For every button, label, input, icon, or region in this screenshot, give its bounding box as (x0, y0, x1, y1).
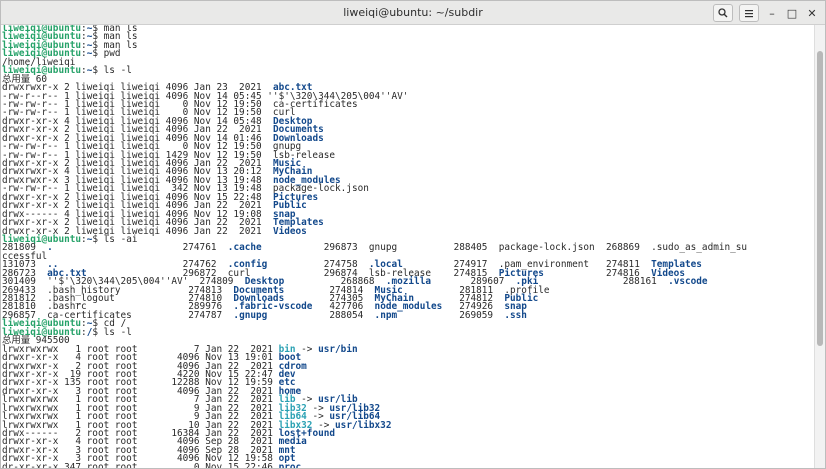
title-bar[interactable]: liweiqi@ubuntu: ~/subdir – □ ✕ (1, 1, 825, 25)
terminal-text: usr/libx32 (335, 419, 392, 431)
terminal-line: 281809 . 274761 .cache 296873 gnupg 2884… (2, 242, 815, 254)
terminal-text: $ ls -l (92, 65, 132, 77)
terminal-line: liweiqi@ubuntu:/$ ls -l (2, 326, 815, 338)
terminal-text: $ pwd (92, 48, 121, 60)
hamburger-menu-icon[interactable] (739, 4, 759, 22)
scrollbar[interactable] (814, 25, 825, 468)
terminal-text: .vscode (668, 276, 708, 288)
terminal-text: proc (278, 461, 302, 468)
maximize-button[interactable]: □ (785, 5, 799, 21)
terminal-text: .npm (374, 309, 398, 321)
titlebar-controls: – □ ✕ (713, 4, 819, 22)
terminal-text: .cache (227, 242, 262, 254)
scrollbar-thumb[interactable] (817, 51, 823, 346)
close-button[interactable]: ✕ (805, 5, 819, 21)
terminal-window: liweiqi@ubuntu: ~/subdir – □ ✕ liweiqi@u… (0, 0, 826, 469)
terminal-text: 288054 (267, 309, 375, 321)
terminal-text: 288161 (538, 276, 669, 288)
terminal-output[interactable]: liweiqi@ubuntu:~$ man ls liweiqi@ubuntu:~… (1, 25, 815, 468)
terminal-text: .ssh (504, 309, 527, 321)
terminal-text: 269059 (397, 309, 505, 321)
terminal-text: 274761 (52, 242, 228, 254)
terminal-text: usr/bin (318, 343, 358, 355)
terminal-text: 296873 gnupg 288405 package-lock.json 26… (261, 242, 748, 254)
terminal-text: Videos (272, 225, 307, 237)
window-title: liweiqi@ubuntu: ~/subdir (343, 6, 483, 19)
terminal-line: liweiqi@ubuntu:~$ ls -l (2, 65, 815, 77)
terminal-line: liweiqi@ubuntu:~$ man ls (2, 41, 815, 50)
terminal-text: $ ls -l (92, 326, 132, 338)
terminal-line: liweiqi@ubuntu:~$ pwd (2, 48, 815, 60)
terminal-text: dr-xr-xr-x 347 root root 0 Nov 15 22:46 (2, 461, 279, 468)
minimize-button[interactable]: – (765, 5, 779, 21)
search-icon[interactable] (713, 4, 733, 22)
terminal-line: dr-xr-xr-x 347 root root 0 Nov 15 22:46 … (2, 461, 815, 468)
terminal-text: .gnupg (233, 309, 268, 321)
